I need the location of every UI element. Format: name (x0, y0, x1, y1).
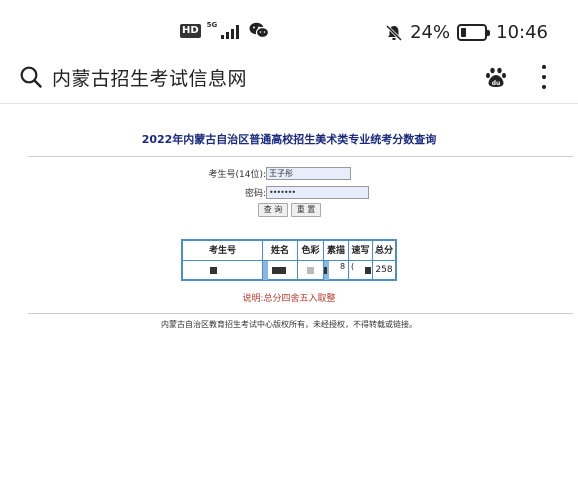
candidate-id-row: 考生号(14位): 王子彤 (198, 166, 351, 180)
reset-button[interactable]: 重 置 (291, 203, 321, 217)
sketch-partial-digit: 8 (340, 262, 346, 271)
network-generation: 5G (206, 20, 218, 29)
hd-badge: HD (180, 23, 201, 38)
search-icon[interactable] (20, 66, 42, 88)
header-quick-sketch: 速写 (349, 241, 373, 261)
battery-fill (461, 28, 467, 37)
cell-quick-sketch: ( (349, 261, 373, 280)
copyright-footer: 内蒙古自治区教育招生考试中心版权所有，未经授权，不得转载或链接。 (161, 320, 417, 329)
cell-name (263, 261, 298, 280)
header-candidate-id: 考生号 (183, 241, 263, 261)
status-left: HD 5G (180, 20, 270, 39)
more-icon[interactable] (540, 65, 548, 89)
battery-icon (457, 24, 491, 41)
cell-total: 258 (375, 265, 393, 275)
svg-text:du: du (492, 80, 501, 87)
candidate-id-label: 考生号(14位): (208, 169, 266, 180)
password-input[interactable]: ••••••• (266, 185, 369, 199)
battery-percent: 24% (410, 22, 451, 43)
browser-search-bar[interactable]: 内蒙古招生考试信息网 du (0, 50, 578, 104)
quick-sketch-partial-digit: ( (351, 262, 355, 271)
header-total: 总分 (373, 241, 395, 261)
cell-sketch: 8 (324, 261, 349, 280)
mute-bell-icon (386, 24, 403, 41)
wechat-icon (249, 22, 270, 39)
cell-candidate-id (183, 261, 263, 280)
page-title: 2022年内蒙古自治区普通高校招生美术类专业统考分数查询 (141, 133, 437, 146)
cell-color (298, 261, 324, 280)
clock: 10:46 (496, 22, 548, 43)
header-name: 姓名 (263, 241, 298, 261)
divider-bottom (28, 313, 573, 314)
header-color: 色彩 (298, 241, 324, 261)
result-table: 考生号 姓名 色彩 素描 速写 总分 8 ( 258 (181, 239, 397, 281)
header-sketch: 素描 (324, 241, 349, 261)
candidate-id-input[interactable]: 王子彤 (266, 166, 351, 180)
score-note: 说明:总分四舍五入取整 (242, 294, 336, 304)
signal-icon (221, 23, 240, 39)
status-bar: HD 5G 24% 10:46 (0, 0, 578, 44)
search-text[interactable]: 内蒙古招生考试信息网 (52, 64, 247, 91)
password-row: 密码: ••••••• (198, 185, 369, 199)
status-right: 24% 10:46 (385, 22, 548, 43)
query-button[interactable]: 查 询 (258, 203, 288, 217)
baidu-paw-icon[interactable]: du (485, 66, 507, 88)
divider-top (28, 156, 573, 157)
password-label: 密码: (244, 188, 266, 199)
